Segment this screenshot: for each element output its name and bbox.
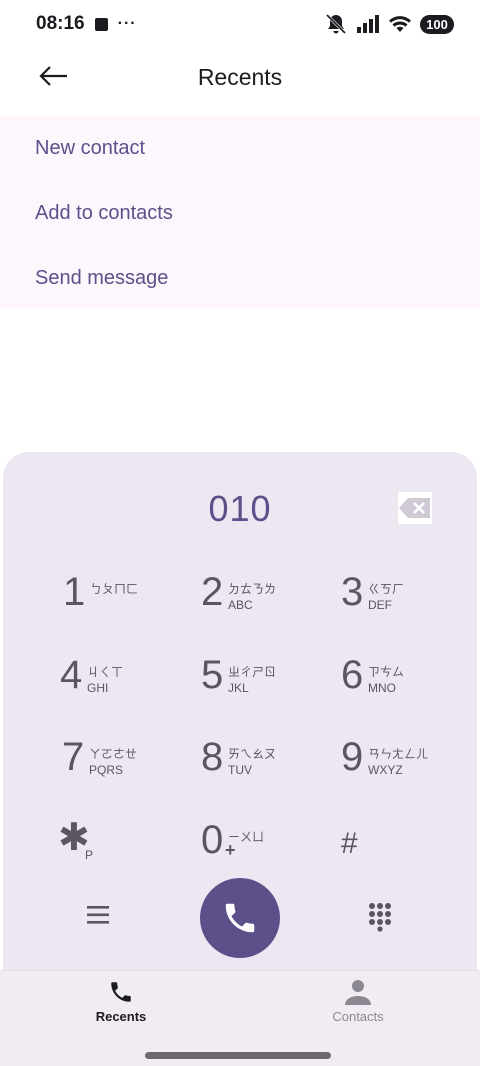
dialer-actions: [3, 878, 477, 958]
key-bopomofo: ㄓㄔㄕㄖ: [228, 665, 277, 679]
nav-recents-label: Recents: [95, 1009, 147, 1024]
key-bopomofo: ㄗㄘㄙ: [368, 665, 405, 679]
key-digit: 2: [201, 570, 224, 614]
key-digit: 7: [62, 735, 85, 779]
list-icon: [87, 906, 109, 924]
key-bopomofo: ㄐㄑㄒ: [87, 665, 124, 679]
key-3[interactable]: 3 ㄍㄎㄏ DEF: [341, 562, 461, 632]
app-bar: Recents: [0, 48, 480, 108]
key-9[interactable]: 9 ㄢㄣㄤㄥㄦ WXYZ: [341, 727, 461, 797]
key-digit: 4: [60, 653, 83, 697]
key-7[interactable]: 7 ㄚㄛㄜㄝ PQRS: [62, 727, 182, 797]
status-more-dots: ···: [117, 15, 137, 32]
hash-icon: #: [341, 827, 358, 860]
wifi-icon: [389, 16, 411, 32]
key-bopomofo: ㄞㄟㄠㄡ: [228, 747, 277, 761]
key-0[interactable]: 0 ㄧㄨㄩ +: [201, 810, 321, 880]
home-indicator[interactable]: [145, 1052, 331, 1059]
call-history-button[interactable]: [85, 903, 113, 931]
key-digit: 3: [341, 570, 364, 614]
nav-contacts[interactable]: Contacts: [298, 979, 418, 1024]
key-1[interactable]: 1 ㄅㄆㄇㄈ: [63, 562, 183, 632]
dialpad-toggle-button[interactable]: [368, 902, 396, 934]
key-sub-letter: P: [85, 848, 94, 862]
key-digit: 0: [201, 818, 224, 862]
plus-sign: +: [225, 840, 236, 860]
key-digit: 5: [201, 653, 224, 697]
call-button[interactable]: [200, 878, 280, 958]
key-letters: TUV: [228, 763, 252, 777]
key-digit: 1: [63, 570, 86, 614]
nav-recents[interactable]: Recents: [61, 979, 181, 1024]
key-letters: PQRS: [89, 763, 124, 777]
backspace-icon: [399, 498, 430, 518]
key-8[interactable]: 8 ㄞㄟㄠㄡ TUV: [201, 727, 321, 797]
send-message-item[interactable]: Send message: [0, 246, 480, 311]
key-bopomofo: ㄉㄊㄋㄌ: [228, 582, 277, 596]
dialer-panel: 010 1 ㄅㄆㄇㄈ 2 ㄉㄊㄋㄌ ABC 3 ㄍㄎㄏ DEF 4 ㄐㄑㄒ GH…: [3, 452, 477, 972]
backspace-button[interactable]: [398, 492, 432, 524]
page-title: Recents: [197, 64, 283, 90]
action-menu: New contact Add to contacts Send message: [0, 116, 480, 309]
key-letters: GHI: [87, 681, 109, 695]
key-6[interactable]: 6 ㄗㄘㄙ MNO: [341, 645, 461, 715]
key-5[interactable]: 5 ㄓㄔㄕㄖ JKL: [201, 645, 321, 715]
key-bopomofo: ㄢㄣㄤㄥㄦ: [368, 747, 429, 761]
cell-signal-icon: [357, 15, 379, 33]
new-contact-item[interactable]: New contact: [0, 116, 480, 181]
key-letters: JKL: [228, 681, 249, 695]
status-time: 08:16: [36, 13, 85, 34]
key-bopomofo: ㄅㄆㄇㄈ: [90, 582, 139, 596]
status-right: 100: [324, 13, 454, 35]
nav-contacts-label: Contacts: [332, 1009, 384, 1024]
dialpad-icon: [369, 903, 391, 932]
key-star[interactable]: ✱ P: [58, 810, 178, 880]
phone-icon: [111, 982, 131, 1002]
person-icon: [345, 980, 371, 1005]
key-letters: DEF: [368, 598, 392, 612]
phone-icon: [225, 903, 255, 933]
key-bopomofo: ㄚㄛㄜㄝ: [89, 747, 138, 761]
key-letters: ABC: [228, 598, 253, 612]
add-to-contacts-item[interactable]: Add to contacts: [0, 181, 480, 246]
status-left: 08:16 ···: [36, 13, 137, 35]
key-hash[interactable]: #: [341, 810, 461, 880]
key-letters: WXYZ: [368, 763, 403, 777]
key-4[interactable]: 4 ㄐㄑㄒ GHI: [60, 645, 180, 715]
key-bopomofo: ㄍㄎㄏ: [368, 582, 405, 596]
key-letters: MNO: [368, 681, 396, 695]
key-digit: 6: [341, 653, 364, 697]
battery-icon: 100: [420, 14, 454, 34]
key-digit: 9: [341, 735, 364, 779]
bell-muted-icon: [325, 13, 347, 35]
bottom-navigation: Recents Contacts: [0, 970, 480, 1066]
stop-square-icon: [94, 17, 108, 31]
status-bar: 08:16 ··· 100: [0, 0, 480, 48]
key-digit: 8: [201, 735, 224, 779]
key-2[interactable]: 2 ㄉㄊㄋㄌ ABC: [201, 562, 321, 632]
